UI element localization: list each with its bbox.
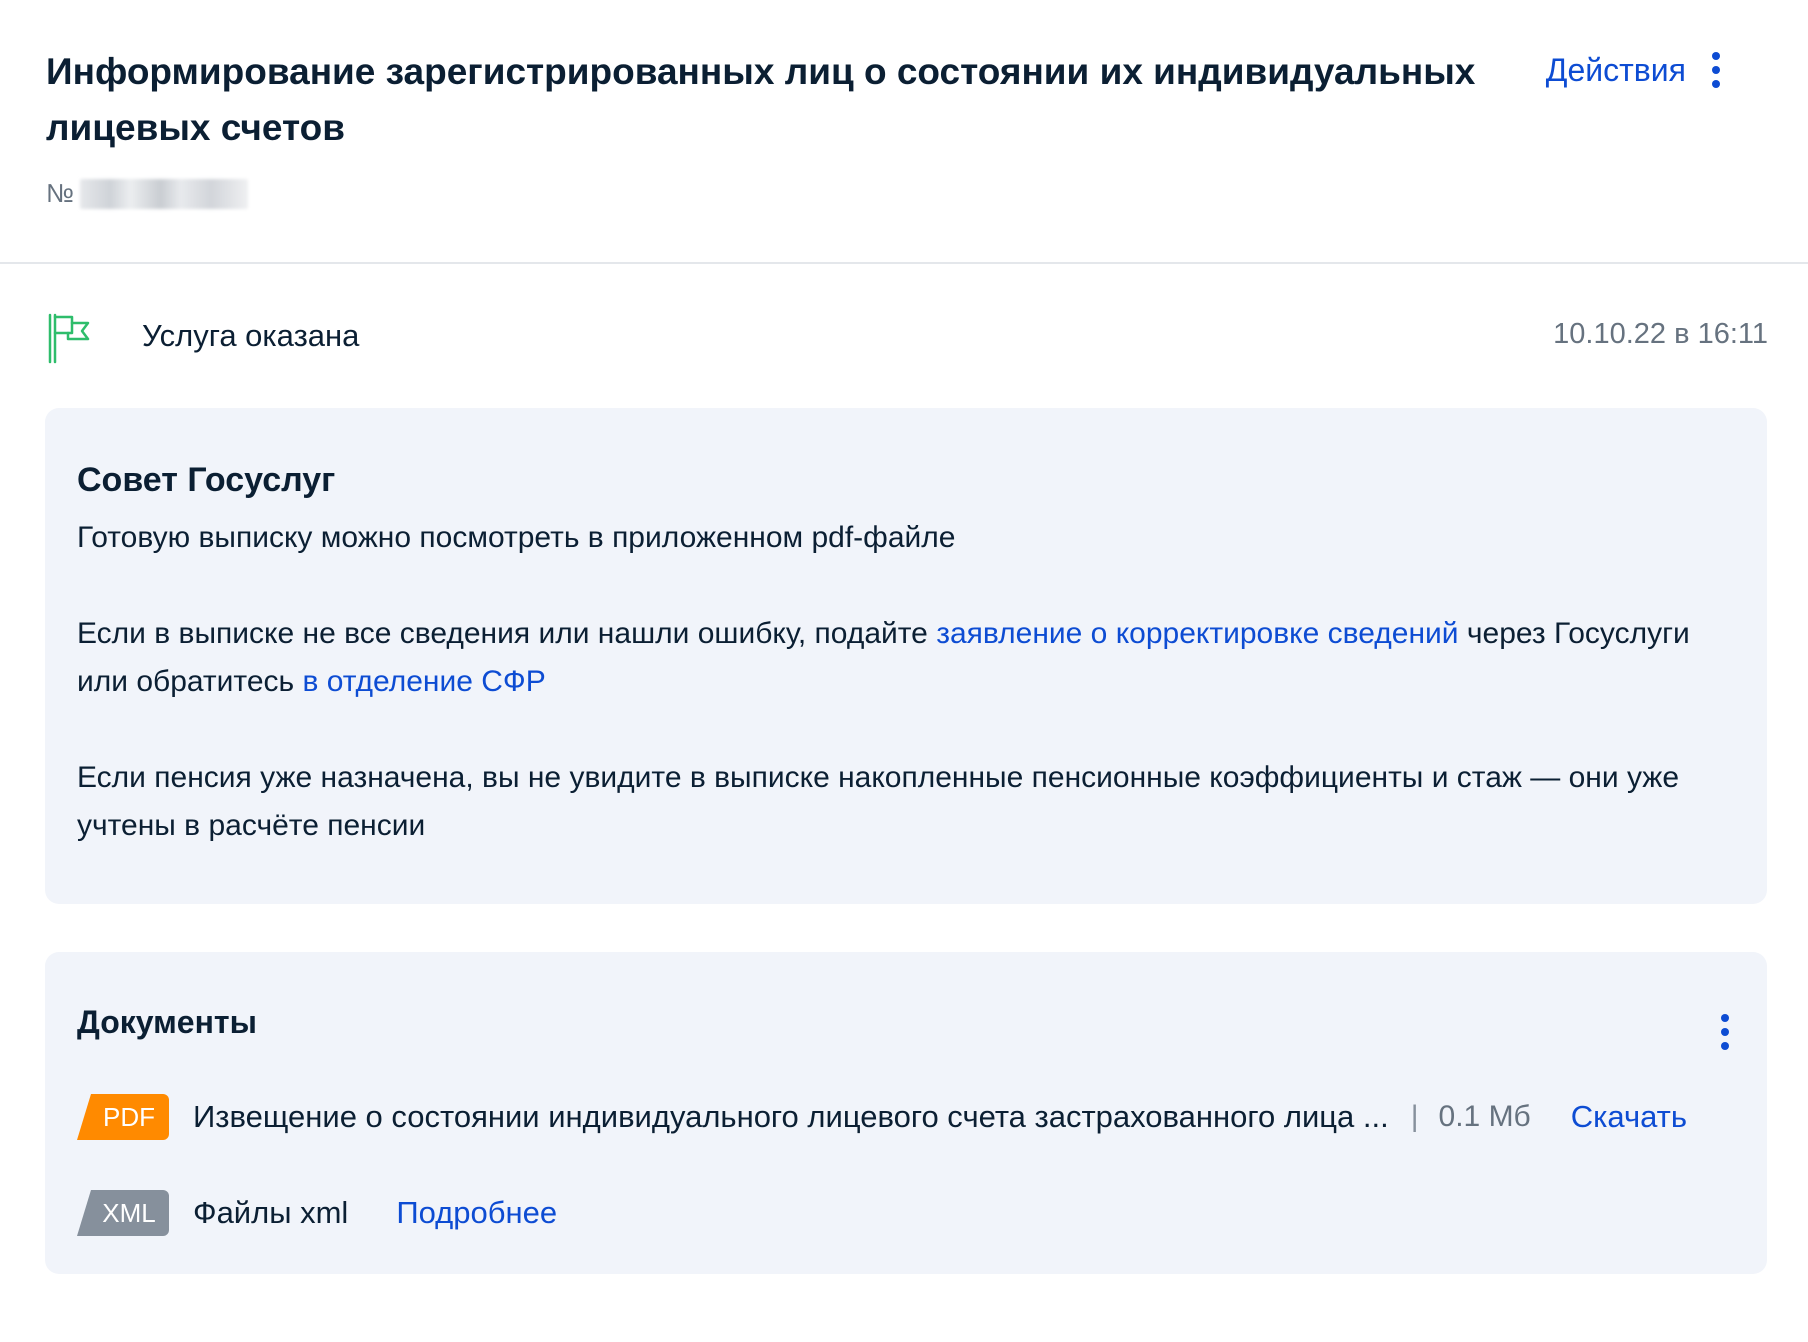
document-row: PDF Извещение о состоянии индивидуальног…: [77, 1094, 1737, 1140]
pdf-file-icon: PDF: [77, 1094, 169, 1140]
page-header: Информирование зарегистрированных лиц о …: [46, 44, 1506, 209]
document-separator: |: [1410, 1100, 1419, 1133]
status-text: Услуга оказана: [142, 318, 360, 353]
documents-more-icon[interactable]: [1717, 1010, 1733, 1054]
document-row: XML Файлы xml Подробнее: [77, 1190, 557, 1236]
advice-title: Совет Госуслуг: [77, 461, 336, 499]
application-number: №: [46, 178, 1506, 209]
status-date: 10.10.22 в 16:11: [1553, 318, 1768, 350]
actions-link[interactable]: Действия: [1546, 52, 1686, 89]
flag-icon: [48, 313, 90, 364]
advice-text-3: Если пенсия уже назначена, вы не увидите…: [77, 761, 1680, 842]
status-row: Услуга оказана 10.10.22 в 16:11: [46, 308, 1768, 364]
document-name: Файлы xml: [193, 1195, 349, 1230]
document-size: 0.1 Мб: [1438, 1100, 1531, 1133]
more-vertical-icon[interactable]: [1708, 48, 1724, 92]
advice-text-1: Готовую выписку можно посмотреть в прило…: [77, 521, 956, 554]
advice-text-2-start: Если в выписке не все сведения или нашли…: [77, 617, 937, 650]
page: Информирование зарегистрированных лиц о …: [0, 0, 1808, 1342]
sfr-office-link[interactable]: в отделение СФР: [302, 665, 545, 698]
correction-request-link[interactable]: заявление о корректировке сведений: [936, 617, 1458, 650]
number-redacted: [79, 178, 248, 209]
page-title: Информирование зарегистрированных лиц о …: [46, 51, 1476, 148]
divider: [0, 262, 1808, 264]
number-label: №: [46, 178, 74, 208]
advice-text-2: Если в выписке не все сведения или нашли…: [77, 610, 1735, 706]
advice-card: Совет Госуслуг Готовую выписку можно пос…: [45, 408, 1767, 904]
actions-menu[interactable]: Действия: [1546, 48, 1724, 92]
documents-title: Документы: [77, 1004, 257, 1040]
details-link[interactable]: Подробнее: [396, 1195, 557, 1231]
documents-card: Документы PDF Извещение о состоянии инди…: [45, 952, 1767, 1274]
document-name: Извещение о состоянии индивидуального ли…: [193, 1099, 1389, 1134]
xml-file-icon: XML: [77, 1190, 169, 1236]
download-link[interactable]: Скачать: [1571, 1099, 1687, 1135]
